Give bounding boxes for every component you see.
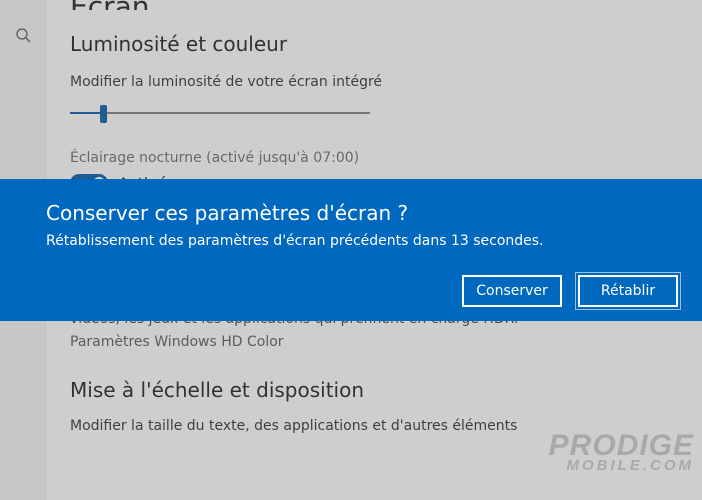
- dialog-message: Rétablissement des paramètres d'écran pr…: [46, 233, 656, 249]
- dialog-button-row: Conserver Rétablir: [462, 275, 678, 307]
- slider-fill: [70, 112, 102, 114]
- hdr-link[interactable]: Paramètres Windows HD Color: [70, 334, 678, 350]
- search-icon: [15, 27, 31, 43]
- brightness-slider-label: Modifier la luminosité de votre écran in…: [70, 74, 678, 90]
- keep-settings-dialog: Conserver ces paramètres d'écran ? Rétab…: [0, 179, 702, 321]
- settings-window: Écran Luminosité et couleur Modifier la …: [0, 0, 702, 500]
- section-brightness-heading: Luminosité et couleur: [70, 32, 678, 56]
- nightlight-label: Éclairage nocturne (activé jusqu'à 07:00…: [70, 150, 678, 166]
- dialog-title: Conserver ces paramètres d'écran ?: [46, 201, 656, 225]
- section-scale-heading: Mise à l'échelle et disposition: [70, 378, 678, 402]
- page-title: Écran: [70, 0, 678, 10]
- scale-size-label: Modifier la taille du texte, des applica…: [70, 418, 678, 434]
- keep-button[interactable]: Conserver: [462, 275, 562, 307]
- slider-track: [70, 112, 370, 114]
- search-button[interactable]: [0, 18, 46, 52]
- brightness-slider[interactable]: [70, 96, 370, 130]
- slider-thumb[interactable]: [100, 105, 107, 123]
- revert-button[interactable]: Rétablir: [578, 275, 678, 307]
